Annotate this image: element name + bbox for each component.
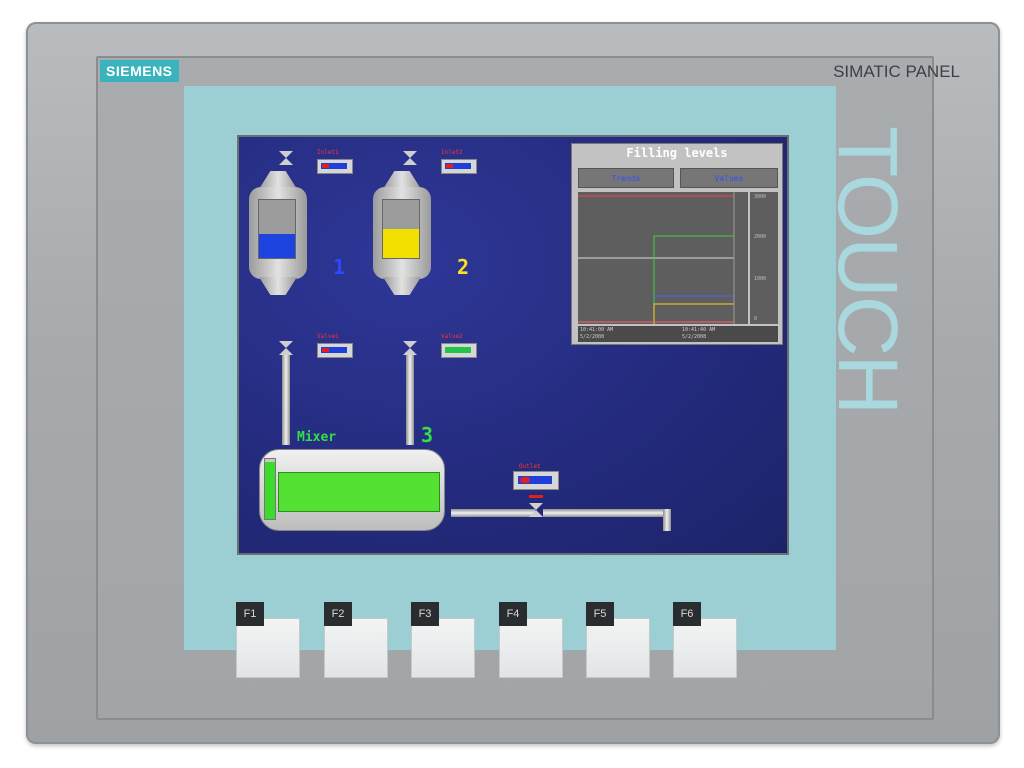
trend-left-time: 10:41:00 AM: [580, 327, 614, 333]
mixer-tank: [259, 449, 445, 531]
trend-line-yellow: [653, 303, 734, 324]
valve-2-button[interactable]: [441, 343, 477, 358]
f5-label: F5: [586, 602, 614, 626]
function-key-f2[interactable]: F2: [324, 602, 388, 678]
trend-panel: Filling levels Trends Values 3000 2000 1…: [571, 143, 783, 345]
tank-1-number: 1: [333, 255, 346, 279]
valve-2-label: Valve2: [441, 333, 463, 340]
mixer-number: 3: [421, 423, 434, 447]
trend-footer: 10:41:00 AM 5/2/2008 10:41:40 AM 5/2/200…: [578, 326, 778, 342]
inlet-1-label: Inlet1: [317, 149, 339, 156]
outlet-valve-icon[interactable]: [529, 503, 543, 517]
function-key-f6[interactable]: F6: [673, 602, 737, 678]
y-tick-3000: 3000: [754, 194, 767, 200]
trends-button[interactable]: Trends: [578, 168, 674, 188]
tank-2: [373, 157, 431, 317]
inlet-2-button[interactable]: [441, 159, 477, 174]
function-key-f4[interactable]: F4: [499, 602, 563, 678]
tank-2-number: 2: [457, 255, 470, 279]
inlet-1-button[interactable]: [317, 159, 353, 174]
function-key-f1[interactable]: F1: [236, 602, 300, 678]
trend-y-axis: 3000 2000 1000 0: [750, 192, 778, 324]
function-key-f5[interactable]: F5: [586, 602, 650, 678]
trend-left-date: 5/2/2008: [580, 334, 605, 340]
brand-logo: SIEMENS: [100, 60, 179, 82]
model-label: SIMATIC PANEL: [833, 62, 960, 81]
outlet-pipe-left: [451, 509, 535, 517]
f1-label: F1: [236, 602, 264, 626]
mixer-fill: [278, 472, 440, 512]
f4-label: F4: [499, 602, 527, 626]
outlet-button[interactable]: [513, 471, 559, 490]
trend-right-time: 10:41:40 AM: [682, 327, 716, 333]
f6-label: F6: [673, 602, 701, 626]
trend-line-green: [653, 235, 734, 324]
values-button[interactable]: Values: [680, 168, 778, 188]
mixer-level-gauge: [264, 458, 276, 520]
mixer-label: Mixer: [297, 430, 337, 445]
valve-1-icon[interactable]: [279, 341, 293, 355]
trend-right-date: 5/2/2008: [682, 334, 707, 340]
f3-label: F3: [411, 602, 439, 626]
outlet-pipe-elbow: [663, 509, 671, 531]
f2-label: F2: [324, 602, 352, 626]
trend-title: Filling levels: [626, 146, 728, 160]
tank-1: [249, 157, 307, 317]
y-tick-1000: 1000: [754, 276, 767, 282]
touch-label: TOUCH: [821, 126, 915, 414]
hmi-screen[interactable]: Inlet1 1 Valve1 Inlet2 2 Valve2 Mixer 3 …: [237, 135, 789, 555]
outlet-pipe-right: [543, 509, 663, 517]
device-bezel: SIEMENS SIMATIC PANEL TOUCH Inlet1 1 Val…: [26, 22, 1000, 744]
valve-2-icon[interactable]: [403, 341, 417, 355]
tank-1-level: [258, 199, 296, 259]
pipe-tank-2: [406, 355, 414, 445]
valve-1-label: Valve1: [317, 333, 339, 340]
tank-2-level: [382, 199, 420, 259]
function-keys: F1 F2 F3 F4 F5 F6: [236, 602, 776, 682]
outlet-valve-marker: [529, 495, 543, 498]
outlet-label: Outlet: [519, 463, 541, 470]
y-tick-0: 0: [754, 316, 758, 322]
pipe-tank-1: [282, 355, 290, 445]
trend-lines: [578, 192, 735, 324]
valve-1-button[interactable]: [317, 343, 353, 358]
inlet-2-label: Inlet2: [441, 149, 463, 156]
function-key-f3[interactable]: F3: [411, 602, 475, 678]
trend-plot: [578, 192, 748, 324]
y-tick-2000: 2000: [754, 234, 767, 240]
